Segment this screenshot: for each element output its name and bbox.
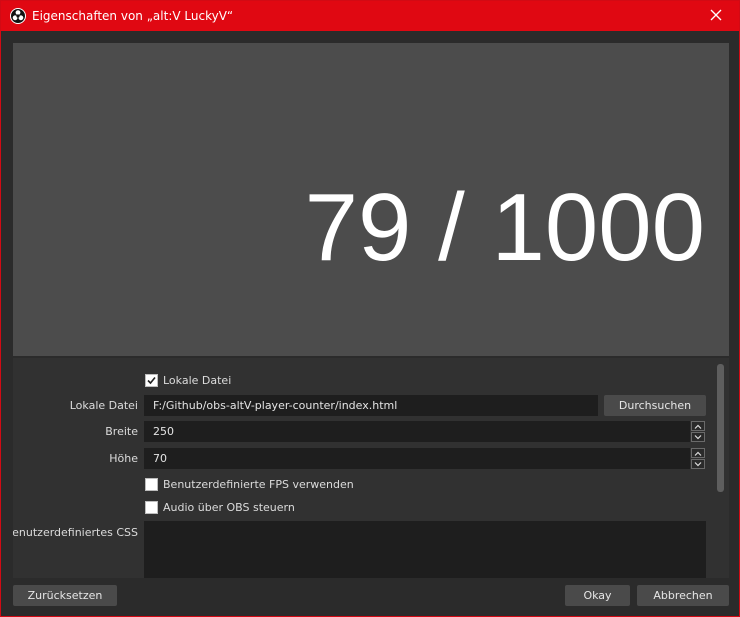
height-decrement-button[interactable] xyxy=(691,459,705,469)
browse-button[interactable]: Durchsuchen xyxy=(604,395,706,416)
chevron-down-icon xyxy=(694,461,702,466)
chevron-up-icon xyxy=(694,451,702,456)
source-preview: 79 / 1000 xyxy=(13,43,729,356)
custom-fps-label: Benutzerdefinierte FPS verwenden xyxy=(163,477,354,491)
height-input[interactable]: 70 xyxy=(144,448,690,469)
window-title: Eigenschaften von „alt:V LuckyV“ xyxy=(32,9,234,23)
close-icon xyxy=(710,9,722,24)
width-spinner xyxy=(691,421,705,442)
close-button[interactable] xyxy=(693,1,739,31)
audio-obs-label: Audio über OBS steuern xyxy=(163,500,295,514)
checkbox-unchecked-icon[interactable] xyxy=(145,477,158,491)
height-label: Höhe xyxy=(109,452,138,465)
title-bar: Eigenschaften von „alt:V LuckyV“ xyxy=(1,1,739,31)
reset-button[interactable]: Zurücksetzen xyxy=(13,585,117,606)
width-decrement-button[interactable] xyxy=(691,432,705,442)
width-increment-button[interactable] xyxy=(691,421,705,431)
obs-logo-icon xyxy=(10,8,26,24)
local-file-checkbox[interactable]: Lokale Datei xyxy=(145,372,231,388)
cancel-button[interactable]: Abbrechen xyxy=(637,585,729,606)
chevron-up-icon xyxy=(694,424,702,429)
local-file-label: Lokale Datei xyxy=(69,399,138,412)
properties-panel: Lokale Datei Lokale Datei F:/Github/obs-… xyxy=(13,358,729,578)
height-increment-button[interactable] xyxy=(691,448,705,458)
width-input[interactable]: 250 xyxy=(144,421,690,442)
properties-dialog: Eigenschaften von „alt:V LuckyV“ 79 / 10… xyxy=(0,0,740,617)
okay-button[interactable]: Okay xyxy=(565,585,630,606)
custom-css-label: Benutzerdefiniertes CSS xyxy=(13,526,138,539)
custom-fps-checkbox[interactable]: Benutzerdefinierte FPS verwenden xyxy=(145,476,354,492)
checkbox-unchecked-icon[interactable] xyxy=(145,500,158,514)
height-spinner xyxy=(691,448,705,469)
custom-css-textarea[interactable] xyxy=(144,521,706,578)
player-counter-text: 79 / 1000 xyxy=(304,174,705,281)
local-file-checkbox-label: Lokale Datei xyxy=(163,373,232,387)
chevron-down-icon xyxy=(694,434,702,439)
properties-scrollbar[interactable] xyxy=(717,364,724,492)
audio-obs-checkbox[interactable]: Audio über OBS steuern xyxy=(145,499,295,515)
checkbox-checked-icon[interactable] xyxy=(145,373,158,387)
local-file-input[interactable]: F:/Github/obs-altV-player-counter/index.… xyxy=(144,395,598,416)
width-label: Breite xyxy=(105,425,138,438)
